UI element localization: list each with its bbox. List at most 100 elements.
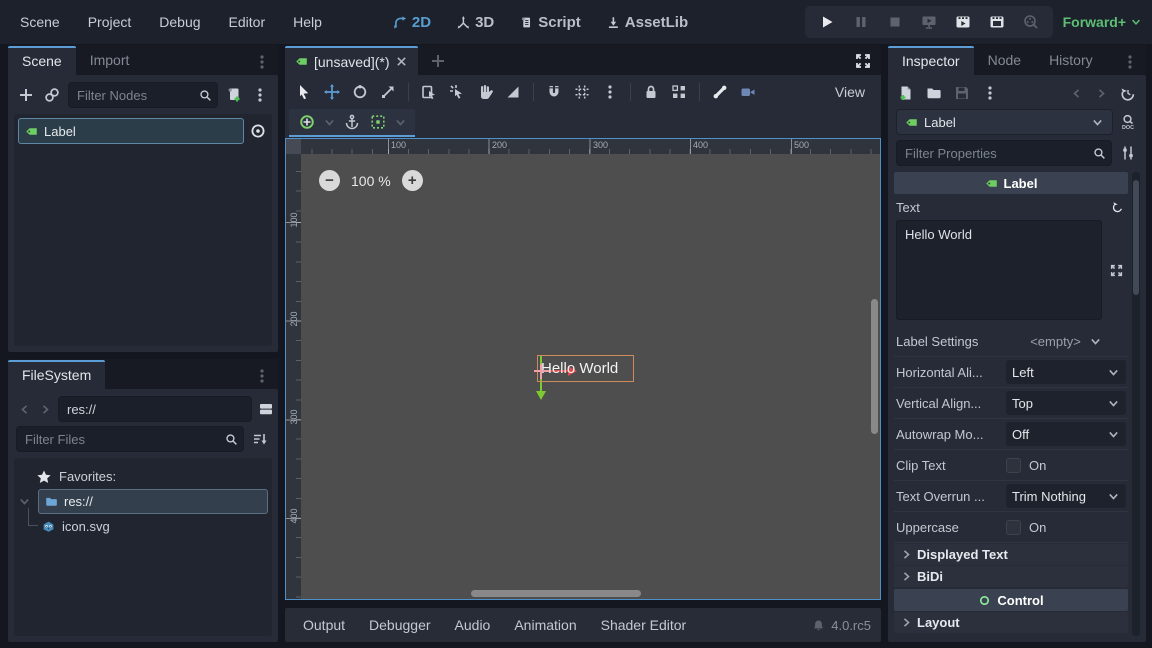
workspace-assetlib[interactable]: AssetLib <box>607 14 688 31</box>
revert-property-button[interactable] <box>1109 199 1126 216</box>
position-mode-button[interactable] <box>297 112 317 132</box>
edit-history-button[interactable] <box>1118 83 1138 103</box>
tab-filesystem[interactable]: FileSystem <box>8 360 105 389</box>
play-button[interactable] <box>817 12 837 32</box>
history-forward-button[interactable] <box>1093 85 1110 102</box>
filter-properties-input[interactable] <box>896 140 1112 166</box>
scene-tab-unsaved[interactable]: [unsaved](*) <box>285 46 418 75</box>
edited-object-selector[interactable]: Label <box>896 109 1113 135</box>
renderer-selector[interactable]: Forward+ <box>1063 14 1142 30</box>
add-node-button[interactable] <box>16 85 36 105</box>
canvas[interactable]: − 100 % + Hello World <box>301 154 880 599</box>
skeleton-button[interactable] <box>707 81 733 103</box>
debugger-panel-button[interactable]: Debugger <box>359 613 441 637</box>
rotate-tool-button[interactable] <box>347 81 373 103</box>
pause-button[interactable] <box>851 12 871 32</box>
remote-debug-icon[interactable] <box>919 12 939 32</box>
horizontal-scrollbar[interactable] <box>471 590 641 597</box>
canvas-label-node[interactable]: Hello World <box>537 355 634 382</box>
expand-editor-icon[interactable] <box>1110 264 1123 277</box>
workspace-3d[interactable]: 3D <box>457 14 494 31</box>
close-icon[interactable] <box>395 55 408 68</box>
tab-history[interactable]: History <box>1035 46 1107 75</box>
tab-node[interactable]: Node <box>974 46 1035 75</box>
zoom-in-button[interactable]: + <box>402 170 423 191</box>
new-resource-button[interactable] <box>896 83 916 103</box>
tree-row-label[interactable]: Label <box>18 118 268 144</box>
path-field[interactable] <box>58 396 252 422</box>
filter-files-input[interactable] <box>16 426 244 452</box>
filesystem-dock-menu-button[interactable] <box>252 366 272 386</box>
smart-snap-button[interactable] <box>541 81 567 103</box>
new-scene-tab-button[interactable] <box>428 51 448 71</box>
tab-scene[interactable]: Scene <box>8 46 76 75</box>
visibility-toggle[interactable] <box>248 121 268 141</box>
stop-button[interactable] <box>885 12 905 32</box>
menu-help[interactable]: Help <box>283 10 332 34</box>
inspector-dock-menu-button[interactable] <box>1120 52 1140 72</box>
scene-dock-menu-button[interactable] <box>252 52 272 72</box>
resource-options-button[interactable] <box>980 83 1000 103</box>
play-custom-scene-button[interactable] <box>987 12 1007 32</box>
menu-debug[interactable]: Debug <box>149 10 210 34</box>
snap-options-button[interactable] <box>597 81 623 103</box>
play-scene-button[interactable] <box>953 12 973 32</box>
instantiate-scene-button[interactable] <box>42 85 62 105</box>
output-panel-button[interactable]: Output <box>293 613 355 637</box>
sort-files-button[interactable] <box>250 429 270 449</box>
load-resource-button[interactable] <box>924 83 944 103</box>
vertical-scrollbar[interactable] <box>871 299 878 434</box>
text-overrun-dropdown[interactable]: Trim Nothing <box>1006 484 1126 508</box>
folder-row-res[interactable]: res:// <box>18 489 268 514</box>
attach-script-button[interactable] <box>224 85 244 105</box>
select-tool-button[interactable] <box>291 81 317 103</box>
audio-panel-button[interactable]: Audio <box>445 613 501 637</box>
horizontal-alignment-dropdown[interactable]: Left <box>1006 360 1126 384</box>
scene-node-label[interactable]: Label <box>18 118 244 144</box>
list-select-button[interactable] <box>416 81 442 103</box>
group-layout[interactable]: Layout <box>894 612 1128 633</box>
nav-back-button[interactable] <box>16 401 33 418</box>
pan-tool-button[interactable] <box>472 81 498 103</box>
view-menu[interactable]: View <box>835 84 875 100</box>
split-mode-button[interactable] <box>256 399 276 419</box>
group-selection-button[interactable] <box>666 81 692 103</box>
text-property-editor[interactable]: Hello World <box>896 220 1102 320</box>
ruler-tool-button[interactable] <box>500 81 526 103</box>
chevron-down-icon[interactable] <box>394 116 407 129</box>
workspace-script[interactable]: Script <box>520 14 581 31</box>
filter-nodes-input[interactable] <box>68 82 218 108</box>
workspace-2d[interactable]: 2D <box>394 14 431 31</box>
distraction-free-button[interactable] <box>853 51 873 71</box>
move-tool-button[interactable] <box>319 81 345 103</box>
file-row-icon-svg[interactable]: icon.svg <box>18 514 268 539</box>
collapse-arrow-icon[interactable] <box>18 495 31 508</box>
notification-bell-icon[interactable] <box>812 619 825 632</box>
zoom-level[interactable]: 100 % <box>351 173 391 189</box>
anchors-preset-button[interactable] <box>368 112 388 132</box>
chevron-down-icon[interactable] <box>323 116 336 129</box>
autowrap-mode-dropdown[interactable]: Off <box>1006 422 1126 446</box>
grid-snap-button[interactable] <box>569 81 595 103</box>
tab-import[interactable]: Import <box>76 46 144 75</box>
lock-selection-button[interactable] <box>638 81 664 103</box>
menu-editor[interactable]: Editor <box>219 10 276 34</box>
menu-scene[interactable]: Scene <box>10 10 70 34</box>
click-select-button[interactable] <box>444 81 470 103</box>
scene-tree-menu-button[interactable] <box>250 85 270 105</box>
vertical-alignment-dropdown[interactable]: Top <box>1006 391 1126 415</box>
label-settings-dropdown[interactable]: <empty> <box>1006 334 1126 349</box>
favorites-row[interactable]: Favorites: <box>18 464 268 489</box>
shader-editor-panel-button[interactable]: Shader Editor <box>591 613 697 637</box>
clip-text-checkbox[interactable] <box>1006 458 1021 473</box>
2d-viewport[interactable]: 100 200 300 400 500 100 200 300 400 − 10… <box>285 138 881 600</box>
preview-camera-button[interactable] <box>735 81 761 103</box>
open-docs-button[interactable]: DOC <box>1118 112 1138 132</box>
group-bidi[interactable]: BiDi <box>894 566 1128 587</box>
scale-tool-button[interactable] <box>375 81 401 103</box>
tab-inspector[interactable]: Inspector <box>888 46 974 75</box>
inspector-scrollbar[interactable] <box>1132 172 1140 636</box>
history-back-button[interactable] <box>1068 85 1085 102</box>
uppercase-checkbox[interactable] <box>1006 520 1021 535</box>
nav-forward-button[interactable] <box>37 401 54 418</box>
